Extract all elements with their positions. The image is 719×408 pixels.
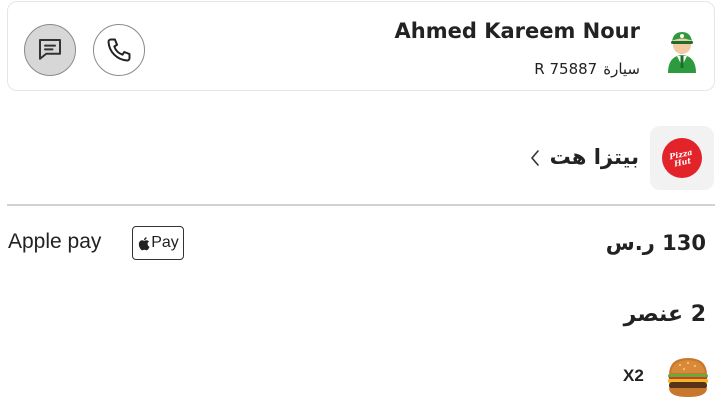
items-count: 2 عنصر (623, 302, 706, 327)
order-total: 130 ر.س (605, 231, 706, 255)
store-logo-text: Pizza Hut (668, 146, 694, 169)
payment-method-label: Apple pay (8, 230, 102, 253)
call-button[interactable] (93, 24, 145, 76)
chat-bubble-icon (39, 39, 61, 60)
vehicle-plate: R 75887 (534, 60, 598, 78)
item-quantity: X2 (623, 366, 644, 385)
apple-pay-badge: Pay (132, 226, 184, 260)
driver-name: Ahmed Kareem Nour (394, 19, 640, 43)
phone-icon (107, 38, 131, 62)
vehicle-info: R 75887 سيارة (534, 60, 640, 78)
burger-icon (668, 358, 708, 397)
pizza-hut-logo: Pizza Hut (662, 138, 702, 178)
store-name[interactable]: بيتزا هت (550, 145, 639, 169)
driver-avatar-icon (668, 32, 696, 73)
driver-card: Ahmed Kareem Nour R 75887 سيارة (7, 1, 715, 91)
chat-button[interactable] (24, 24, 76, 76)
divider (7, 204, 715, 206)
store-logo-container: Pizza Hut (650, 126, 714, 190)
vehicle-label: سيارة (603, 60, 640, 78)
apple-pay-badge-text: Pay (151, 234, 179, 251)
apple-logo-icon (139, 236, 150, 250)
chevron-left-icon[interactable] (529, 148, 541, 168)
